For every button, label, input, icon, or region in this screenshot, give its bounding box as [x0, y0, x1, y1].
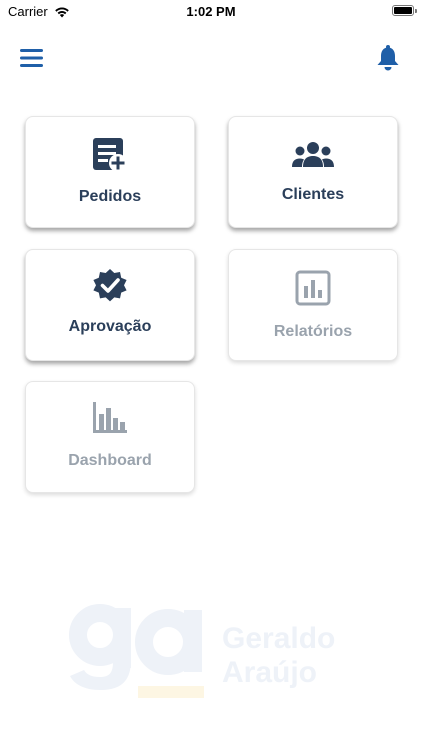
- tile-label-pedidos: Pedidos: [78, 188, 142, 205]
- notifications-button[interactable]: [375, 44, 401, 72]
- verified-badge-icon: [93, 269, 127, 302]
- status-time: 1:02 PM: [186, 4, 236, 19]
- top-bar: [0, 36, 422, 80]
- hamburger-menu-icon: [20, 49, 43, 67]
- add-document-icon: [93, 138, 127, 172]
- tile-clientes[interactable]: Clientes: [228, 116, 398, 228]
- battery-icon: [392, 5, 417, 16]
- report-chart-icon: [295, 270, 331, 306]
- svg-text:Geraldo: Geraldo: [222, 622, 335, 655]
- status-bar: Carrier 1:02 PM: [0, 0, 422, 24]
- tile-label-relatorios: Relatórios: [273, 323, 353, 340]
- tile-aprovacao[interactable]: Aprovação: [25, 249, 195, 361]
- tile-label-dashboard: Dashboard: [68, 452, 152, 469]
- menu-button[interactable]: [20, 48, 44, 68]
- tile-label-aprovacao: Aprovação: [68, 318, 152, 335]
- bar-chart-icon: [93, 402, 127, 433]
- tile-dashboard[interactable]: Dashboard: [25, 381, 195, 493]
- tile-label-clientes: Clientes: [281, 186, 345, 203]
- brand-watermark-logo: Geraldo Araújo: [62, 598, 362, 702]
- svg-text:Araújo: Araújo: [222, 656, 317, 689]
- tile-relatorios[interactable]: Relatórios: [228, 249, 398, 361]
- users-group-icon: [292, 142, 334, 167]
- bell-icon: [377, 45, 399, 71]
- tile-pedidos[interactable]: Pedidos: [25, 116, 195, 228]
